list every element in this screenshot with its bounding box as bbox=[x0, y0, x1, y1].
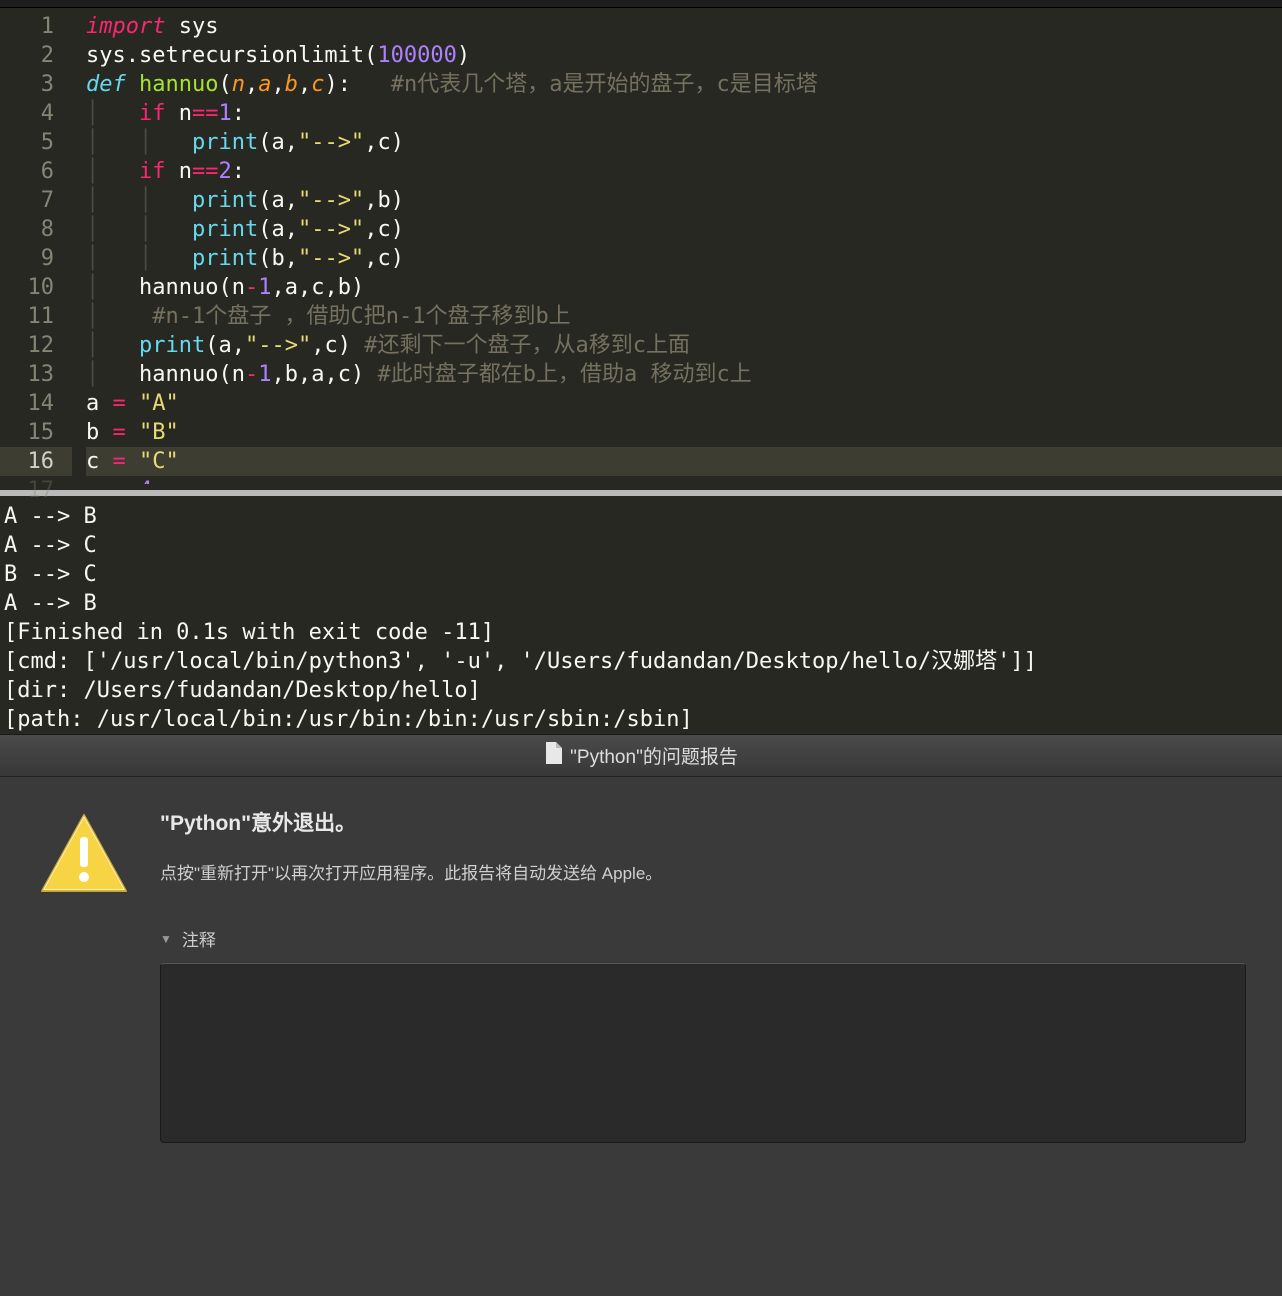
line-number: 15 bbox=[0, 418, 72, 447]
code-line[interactable]: c = "C" bbox=[86, 447, 1282, 476]
code-line[interactable]: │ │ print(a,"-->",c) bbox=[86, 215, 1282, 244]
line-number: 13 bbox=[0, 360, 72, 389]
code-line[interactable]: b = "B" bbox=[86, 418, 1282, 447]
code-line[interactable]: a = "A" bbox=[86, 389, 1282, 418]
crash-heading: "Python"意外退出。 bbox=[160, 807, 1246, 837]
tab-bar[interactable] bbox=[0, 0, 1282, 8]
crash-report-dialog: "Python"的问题报告 "Python"意外退出。 点按"重新打开"以再次打… bbox=[0, 734, 1282, 1296]
line-number: 11 bbox=[0, 302, 72, 331]
code-area[interactable]: import syssys.setrecursionlimit(100000)d… bbox=[72, 8, 1282, 490]
code-line[interactable]: def hannuo(n,a,b,c): #n代表几个塔，a是开始的盘子，c是目… bbox=[86, 70, 1282, 99]
line-number: 8 bbox=[0, 215, 72, 244]
line-number: 4 bbox=[0, 99, 72, 128]
line-number: 1 bbox=[0, 12, 72, 41]
line-number: 10 bbox=[0, 273, 72, 302]
code-line[interactable]: │ │ print(b,"-->",c) bbox=[86, 244, 1282, 273]
crash-dialog-titlebar[interactable]: "Python"的问题报告 bbox=[0, 735, 1282, 777]
build-output-panel[interactable]: A --> B A --> C B --> C A --> B [Finishe… bbox=[0, 496, 1282, 734]
line-number-gutter: 1234567891011121314151617 bbox=[0, 8, 72, 490]
code-line[interactable]: │ if n==1: bbox=[86, 99, 1282, 128]
code-line[interactable]: │ │ print(a,"-->",c) bbox=[86, 128, 1282, 157]
crash-dialog-title: "Python"的问题报告 bbox=[570, 742, 738, 769]
crash-description: 点按"重新打开"以再次打开应用程序。此报告将自动发送给 Apple。 bbox=[160, 859, 1246, 884]
annotation-textarea[interactable] bbox=[160, 963, 1246, 1143]
crash-dialog-body: "Python"意外退出。 点按"重新打开"以再次打开应用程序。此报告将自动发送… bbox=[0, 777, 1282, 1173]
line-number: 6 bbox=[0, 157, 72, 186]
line-number: 17 bbox=[0, 476, 72, 505]
line-number: 5 bbox=[0, 128, 72, 157]
line-number: 2 bbox=[0, 41, 72, 70]
code-line[interactable]: │ │ print(a,"-->",b) bbox=[86, 186, 1282, 215]
code-line[interactable]: n = 4 bbox=[86, 476, 1282, 484]
line-number: 12 bbox=[0, 331, 72, 360]
disclosure-triangle-icon: ▼ bbox=[160, 932, 172, 946]
line-number: 16 bbox=[0, 447, 72, 476]
code-line[interactable]: sys.setrecursionlimit(100000) bbox=[86, 41, 1282, 70]
line-number: 14 bbox=[0, 389, 72, 418]
code-line[interactable]: │ #n-1个盘子 ，借助C把n-1个盘子移到b上 bbox=[86, 302, 1282, 331]
document-icon bbox=[544, 742, 562, 770]
line-number: 3 bbox=[0, 70, 72, 99]
code-editor[interactable]: 1234567891011121314151617 import syssys.… bbox=[0, 8, 1282, 490]
line-number: 7 bbox=[0, 186, 72, 215]
code-line[interactable]: │ if n==2: bbox=[86, 157, 1282, 186]
line-number: 9 bbox=[0, 244, 72, 273]
annotation-label: 注释 bbox=[182, 926, 216, 951]
code-line[interactable]: import sys bbox=[86, 12, 1282, 41]
code-line[interactable]: │ print(a,"-->",c) #还剩下一个盘子，从a移到c上面 bbox=[86, 331, 1282, 360]
warning-icon bbox=[36, 807, 132, 903]
code-line[interactable]: │ hannuo(n-1,b,a,c) #此时盘子都在b上，借助a 移动到c上 bbox=[86, 360, 1282, 389]
code-line[interactable]: │ hannuo(n-1,a,c,b) bbox=[86, 273, 1282, 302]
annotation-toggle[interactable]: ▼ 注释 bbox=[160, 926, 1246, 951]
